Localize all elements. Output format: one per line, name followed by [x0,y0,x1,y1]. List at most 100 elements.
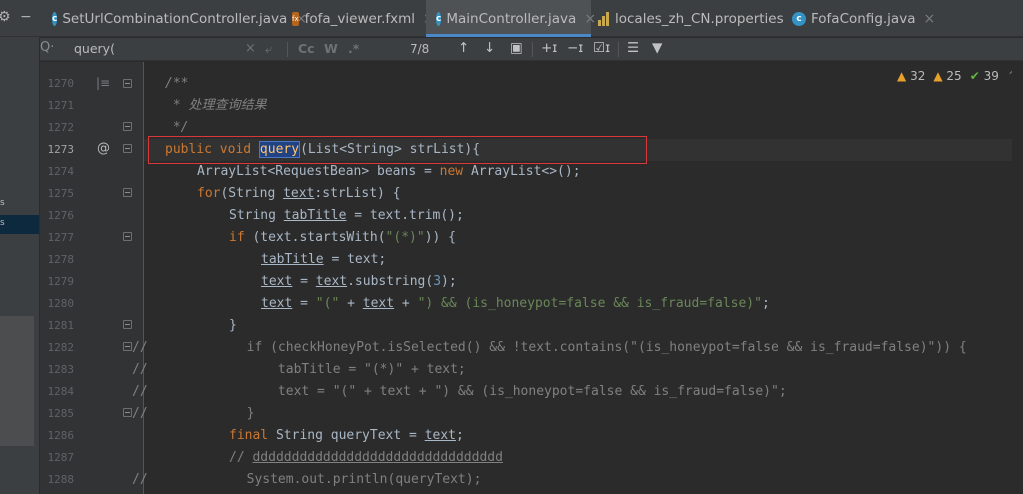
minimize-icon[interactable]: − [20,9,32,25]
editor-scrollbar[interactable] [1012,62,1023,494]
line-number[interactable]: 1285 [40,407,75,420]
separator [287,42,288,57]
close-icon[interactable]: × [584,11,596,27]
weak-warning-count[interactable]: ▲ 25 [933,69,961,83]
select-all-occurrences-icon[interactable]: ☑ɪ [593,40,610,56]
tab-label: MainController.java [446,10,577,27]
code-line-1280: text = "(" + text + ") && (is_honeypot=f… [261,296,770,311]
code-line-1279: text = text.substring(3); [261,274,457,289]
tab-label: FofaConfig.java [811,10,916,27]
code-line-1274: ArrayList<RequestBean> beans = new Array… [197,164,581,179]
tab-setUrlCombinationController[interactable]: c SetUrlCombinationController.java × [48,0,307,37]
line-number[interactable]: 1271 [40,99,75,112]
fold-marker[interactable] [123,232,132,241]
line-number[interactable]: 1270 [40,77,75,90]
separator [532,42,533,57]
line-number[interactable]: 1284 [40,385,75,398]
open-in-window-icon[interactable]: ▣ [510,40,523,56]
warning-count[interactable]: ▲ 32 [897,69,925,83]
code-line-1278: tabTitle = text; [261,252,387,267]
line-number[interactable]: 1273 [40,143,75,156]
tab-locales-properties[interactable]: locales_zh_CN.properties × [598,0,803,37]
clear-icon[interactable]: × [245,41,256,56]
gear-icon[interactable]: ⚙ [0,9,11,25]
code-line-1286: final String queryText = text; [229,428,464,443]
code-line-1270: /** [165,76,189,91]
tab-main-controller[interactable]: c MainController.java × [426,0,596,37]
tab-label: fofa_viewer.fxml [304,10,416,27]
new-line-icon[interactable]: ⤶ [265,41,272,57]
line-number[interactable]: 1274 [40,165,75,178]
code-line-1277: if (text.startsWith("(*)")) { [229,230,456,245]
line-number[interactable]: 1277 [40,231,75,244]
fold-marker[interactable] [123,188,132,197]
line-number[interactable]: 1280 [40,297,75,310]
code-line-1281: } [229,318,237,333]
line-number[interactable]: 1275 [40,187,75,200]
line-number[interactable]: 1278 [40,253,75,266]
fold-marker[interactable] [123,320,132,329]
tree-item-fragment[interactable]: s [0,198,5,208]
fxml-icon: fx [292,11,299,26]
line-number[interactable]: 1288 [40,473,75,486]
words-toggle[interactable]: W [324,41,338,56]
code-line-1271: * 处理查询结果 [165,98,267,113]
inspection-widget[interactable]: ▲ 32 ▲ 25 ✔ 39 ⌃ [897,69,1017,83]
previous-occurrence-icon[interactable]: ↑ [458,40,469,56]
properties-icon [598,11,609,26]
code-line-1276: String tabTitle = text.trim(); [229,208,464,223]
weak-warning-icon: ▲ [933,69,943,83]
code-line-1282: // if (checkHoneyPot.isSelected() && !te… [132,340,967,355]
find-bar: Q· query( × ⤶ Cc W .* 7/8 ↑ ↓ ▣ +ɪ −ɪ ☑ɪ… [40,38,1023,61]
regex-toggle[interactable]: .* [348,41,359,56]
fold-marker[interactable] [123,144,132,153]
line-number[interactable]: 1272 [40,121,75,134]
tab-fofa-viewer-fxml[interactable]: fx fofa_viewer.fxml × [292,0,435,37]
class-c-icon: c [436,11,442,26]
fold-marker[interactable] [123,408,132,417]
fold-marker[interactable] [123,342,132,351]
typo-count[interactable]: ✔ 39 [970,69,999,83]
code-line-1275: for(String text:strList) { [197,186,401,201]
match-count: 7/8 [410,42,430,56]
line-number[interactable]: 1276 [40,209,75,222]
editor-tab-bar: ⚙ − c SetUrlCombinationController.java ×… [0,0,1023,37]
next-occurrence-icon[interactable]: ↓ [484,40,495,56]
fold-marker[interactable] [123,79,132,88]
code-line-1285: // } [132,406,255,421]
close-icon[interactable]: × [923,11,935,27]
docs-icon[interactable]: |≡ [96,76,110,90]
add-occurrence-icon[interactable]: +ɪ [541,40,557,56]
line-number[interactable]: 1282 [40,341,75,354]
code-line-1284: // text = "(" + text + ") && (is_honeypo… [132,384,787,399]
line-number[interactable]: 1286 [40,429,75,442]
line-number[interactable]: 1281 [40,319,75,332]
at-marker[interactable]: @ [97,141,110,156]
line-number[interactable]: 1287 [40,451,75,464]
class-c-icon: c [52,11,58,26]
filter-settings-icon[interactable]: ☰ [627,40,639,56]
match-case-toggle[interactable]: Cc [298,41,315,56]
panel-scroll-region [0,316,34,446]
line-number[interactable]: 1279 [40,275,75,288]
tree-item-selected[interactable]: s [0,215,40,234]
code-editor[interactable]: /** * 处理查询结果 */ public void query(List<S… [132,62,1014,494]
project-panel-edge: s s [0,0,40,494]
separator [618,42,619,57]
checkmark-icon: ✔ [969,69,980,83]
tab-fofa-config[interactable]: c FofaConfig.java × [792,0,952,37]
fold-marker[interactable] [123,122,132,131]
tab-label: locales_zh_CN.properties [615,10,784,27]
line-number[interactable]: 1283 [40,363,75,376]
class-c-icon: c [792,11,806,26]
tab-label: SetUrlCombinationController.java [62,10,288,27]
filter-icon[interactable]: ▼ [652,40,662,56]
code-line-1287: // dddddddddddddddddddddddddddddddd [229,450,503,465]
annotation-highlight-box [148,136,647,164]
code-line-1288: // System.out.println(queryText); [132,472,482,487]
warning-icon: ▲ [897,69,907,83]
code-line-1283: // tabTitle = "(*)" + text; [132,362,466,377]
search-input[interactable]: query( [74,41,115,56]
search-icon[interactable]: Q· [40,40,54,55]
remove-occurrence-icon[interactable]: −ɪ [567,40,583,56]
